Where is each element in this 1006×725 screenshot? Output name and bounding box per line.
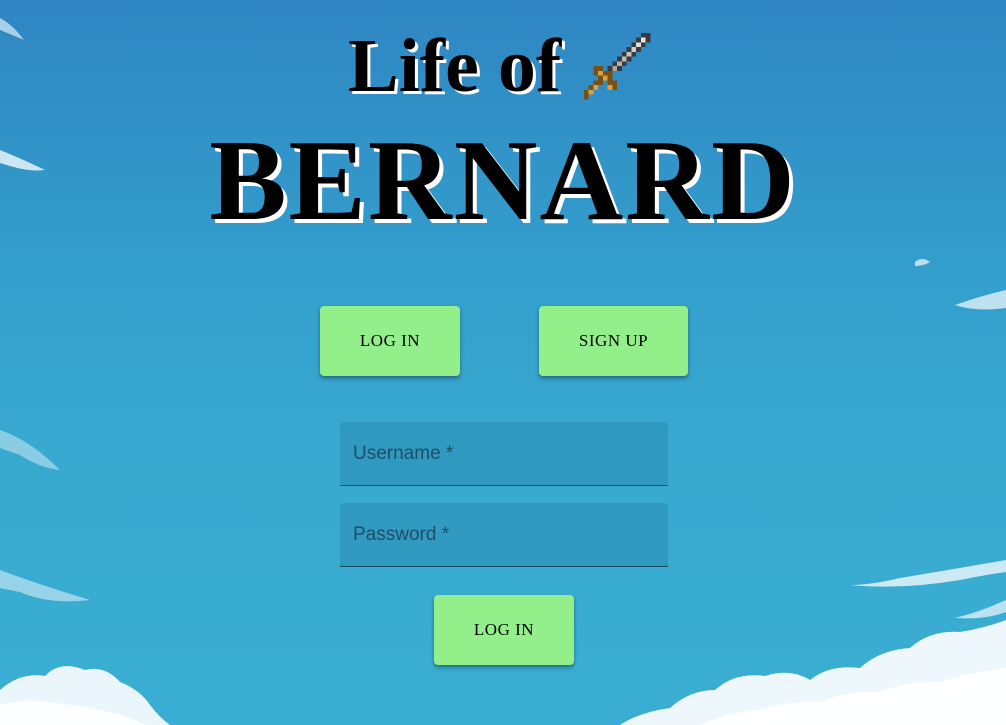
signup-tab-button[interactable]: SIGN UP <box>539 306 688 376</box>
title-life-of: Life of <box>348 24 562 108</box>
username-field[interactable] <box>340 422 668 486</box>
password-field[interactable] <box>340 503 668 567</box>
sword-icon <box>583 32 651 100</box>
password-input[interactable] <box>340 503 668 566</box>
login-tab-button[interactable]: LOG IN <box>320 306 460 376</box>
title-bernard: BERNARD <box>209 117 797 245</box>
title-line: Life of <box>348 26 655 106</box>
username-input[interactable] <box>340 422 668 485</box>
login-submit-button[interactable]: LOG IN <box>434 595 574 665</box>
